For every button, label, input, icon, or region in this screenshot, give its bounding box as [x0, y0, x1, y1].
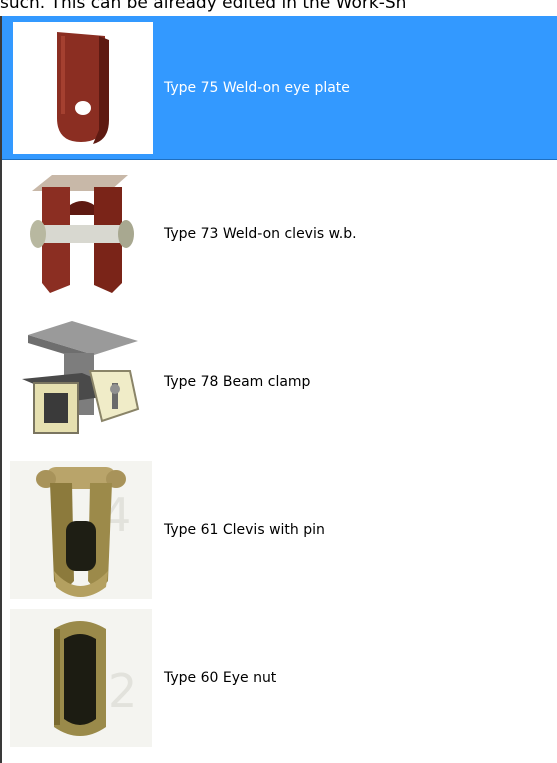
list-item-label: Type 73 Weld-on clevis w.b. [164, 226, 357, 242]
list-item-label: Type 61 Clevis with pin [164, 522, 325, 538]
list-item-label: Type 60 Eye nut [164, 670, 277, 686]
clevis-pin-icon: 4 [10, 461, 152, 599]
list-item-type-73[interactable]: Type 73 Weld-on clevis w.b. [2, 160, 557, 308]
list-item-label: Type 75 Weld-on eye plate [164, 79, 350, 96]
list-item-type-75[interactable]: Type 75 Weld-on eye plate [2, 16, 557, 160]
list-item-type-60[interactable]: 2 Type 60 Eye nut [2, 604, 557, 752]
caption-text: such. This can be already edited in the … [0, 0, 407, 13]
page: such. This can be already edited in the … [0, 0, 557, 763]
beam-clamp-icon [10, 313, 152, 451]
clevis-icon [10, 165, 152, 303]
svg-text:2: 2 [108, 664, 137, 718]
list-item-label: Type 78 Beam clamp [164, 374, 311, 390]
part-type-listbox[interactable]: Type 75 Weld-on eye plate Type 73 Weld-o… [0, 16, 557, 763]
eye-plate-icon [13, 21, 153, 154]
eye-nut-icon: 2 [10, 609, 152, 747]
list-item-type-61[interactable]: 4 Type 61 Clevis with pin [2, 456, 557, 604]
list-item-type-78[interactable]: Type 78 Beam clamp [2, 308, 557, 456]
